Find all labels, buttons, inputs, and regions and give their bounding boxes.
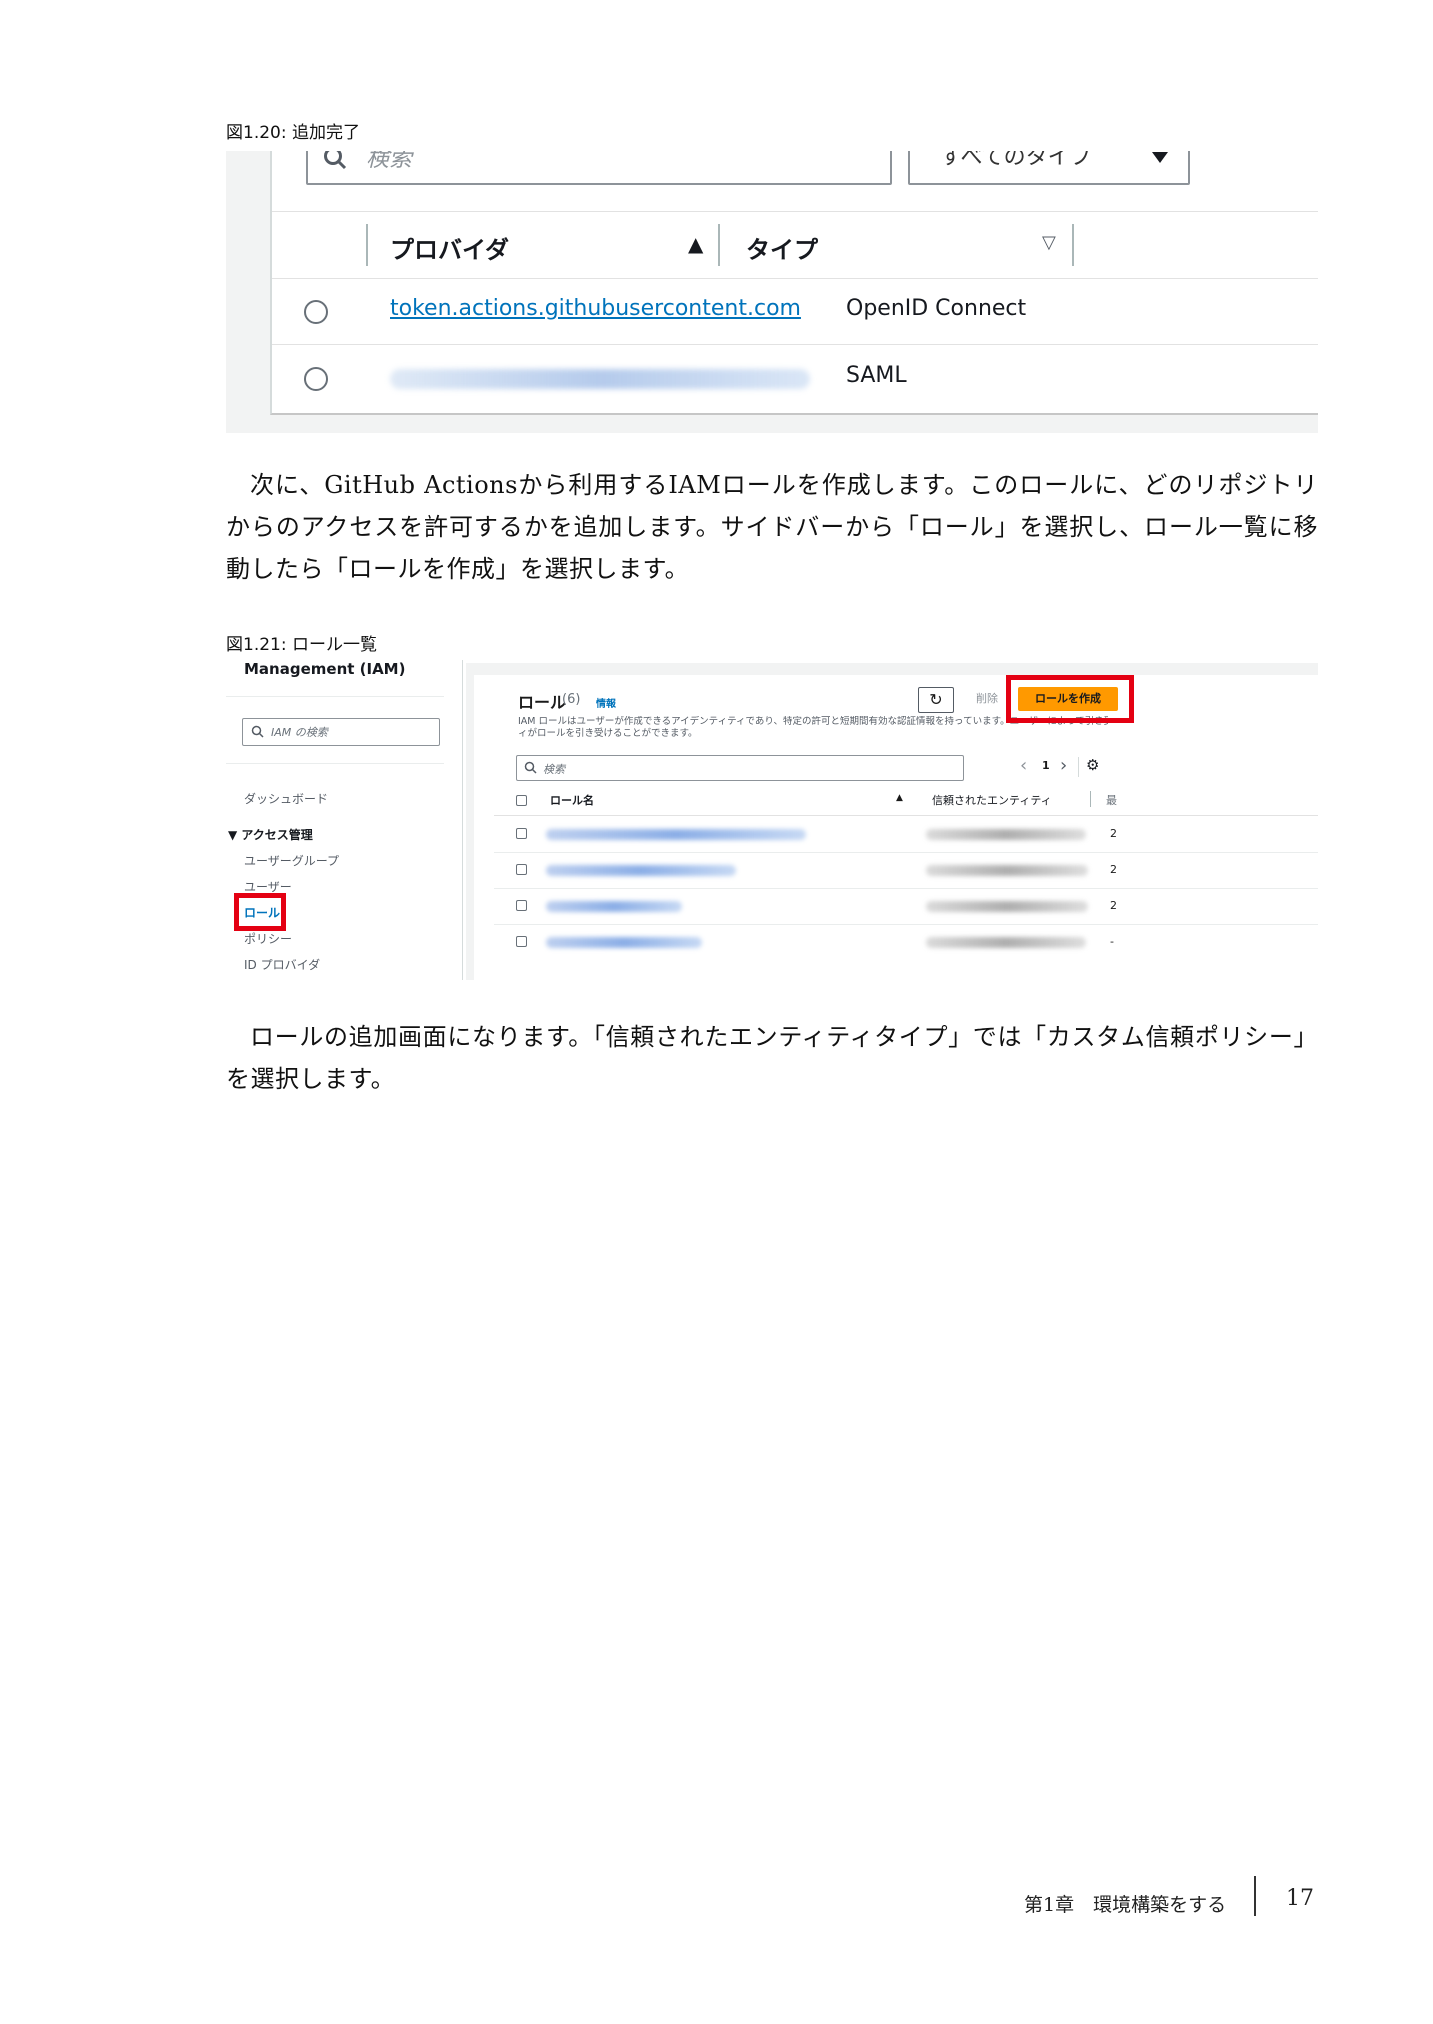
sidebar-item-identity-providers[interactable]: ID プロバイダ bbox=[244, 956, 320, 973]
column-header-partial: 最 bbox=[1106, 794, 1117, 807]
table-row: 2 bbox=[494, 816, 1318, 853]
redacted-role-name bbox=[546, 829, 806, 840]
sidebar-section-label: アクセス管理 bbox=[241, 828, 313, 842]
page-title: ロール bbox=[518, 693, 567, 712]
redacted-role-name bbox=[546, 901, 682, 912]
redacted-trusted-entity bbox=[926, 829, 1086, 840]
caret-down-icon: ▼ bbox=[228, 828, 242, 842]
table-header: プロバイダ ▲ タイプ ▽ bbox=[272, 211, 1318, 279]
footer-divider bbox=[1254, 1876, 1256, 1916]
page-number: 17 bbox=[1286, 1886, 1314, 1911]
column-header-provider[interactable]: プロバイダ bbox=[390, 230, 509, 265]
sidebar-section-access-management[interactable]: ▼ アクセス管理 bbox=[228, 826, 313, 843]
body-paragraph: ロールの追加画面になります。「信頼されたエンティティタイプ」では「カスタム信頼ポ… bbox=[226, 1023, 1318, 1093]
sidebar-search-placeholder: IAM の検索 bbox=[271, 726, 328, 739]
sort-ascending-icon[interactable]: ▲ bbox=[688, 232, 703, 256]
description-line: ィがロールを引き受けることができます。 bbox=[518, 728, 698, 739]
type-filter-select[interactable]: すべてのタイプ bbox=[908, 151, 1190, 185]
divider bbox=[226, 696, 444, 697]
settings-gear-icon[interactable]: ⚙ bbox=[1086, 756, 1099, 774]
column-header-type[interactable]: タイプ bbox=[746, 230, 818, 265]
roles-card: ロール (6) 情報 IAM ロールはユーザーが作成できるアイデンティティであり… bbox=[474, 675, 1318, 980]
divider bbox=[462, 660, 463, 980]
row-checkbox[interactable] bbox=[516, 828, 527, 839]
row-value: 2 bbox=[1110, 899, 1117, 912]
row-radio[interactable] bbox=[304, 367, 328, 391]
redacted-trusted-entity bbox=[926, 937, 1086, 948]
sidebar-item-user-groups[interactable]: ユーザーグループ bbox=[244, 852, 339, 869]
table-row: token.actions.githubusercontent.com Open… bbox=[272, 278, 1318, 345]
column-divider bbox=[366, 224, 368, 266]
column-header-role-name[interactable]: ロール名 bbox=[550, 792, 594, 808]
provider-table-panel: 検索 すべてのタイプ プロバイダ ▲ タイプ ▽ token.actions.g… bbox=[270, 151, 1318, 415]
caret-down-icon bbox=[1152, 152, 1168, 163]
provider-type: SAML bbox=[846, 363, 907, 388]
figure-caption: 図1.20: 追加完了 bbox=[226, 123, 360, 143]
identity-provider-list-screenshot: 検索 すべてのタイプ プロバイダ ▲ タイプ ▽ token.actions.g… bbox=[226, 151, 1318, 433]
redacted-provider-name bbox=[390, 369, 810, 389]
divider bbox=[1078, 757, 1079, 777]
highlight-box bbox=[234, 893, 286, 931]
sidebar-item-dashboard[interactable]: ダッシュボード bbox=[244, 790, 328, 807]
redacted-role-name bbox=[546, 865, 736, 876]
refresh-button[interactable]: ↻ bbox=[918, 687, 954, 713]
row-value: 2 bbox=[1110, 827, 1117, 840]
refresh-icon: ↻ bbox=[929, 690, 943, 709]
row-value: - bbox=[1110, 935, 1114, 948]
delete-button[interactable]: 削除 bbox=[964, 687, 1010, 711]
column-header-trusted-entities[interactable]: 信頼されたエンティティ bbox=[932, 792, 1052, 808]
redacted-trusted-entity bbox=[926, 901, 1088, 912]
table-row: 2 bbox=[494, 852, 1318, 889]
row-radio[interactable] bbox=[304, 300, 328, 324]
iam-roles-screenshot: Management (IAM) IAM の検索 ダッシュボード ▼ アクセス管… bbox=[226, 660, 1318, 980]
table-search-placeholder: 検索 bbox=[543, 763, 565, 776]
divider bbox=[226, 763, 444, 764]
sidebar-item-policies[interactable]: ポリシー bbox=[244, 930, 292, 947]
select-all-checkbox[interactable] bbox=[516, 795, 527, 806]
search-placeholder: 検索 bbox=[366, 151, 412, 172]
row-value: 2 bbox=[1110, 863, 1117, 876]
roles-table-header: ロール名 ▲ 信頼されたエンティティ 最 bbox=[494, 785, 1318, 816]
row-checkbox[interactable] bbox=[516, 936, 527, 947]
chevron-right-icon[interactable]: › bbox=[1060, 755, 1067, 776]
search-icon bbox=[324, 151, 347, 170]
column-divider bbox=[1090, 791, 1091, 807]
highlight-box bbox=[1006, 675, 1134, 723]
row-checkbox[interactable] bbox=[516, 900, 527, 911]
table-row: SAML 2 bbox=[272, 345, 1318, 411]
body-paragraph: 次に、GitHub Actionsから利用するIAMロールを作成します。このロー… bbox=[226, 471, 1318, 583]
sidebar-title: Management (IAM) bbox=[244, 660, 406, 678]
delete-button-label: 削除 bbox=[976, 692, 998, 705]
column-divider bbox=[718, 224, 720, 266]
sort-ascending-icon[interactable]: ▲ bbox=[896, 793, 903, 803]
provider-type: OpenID Connect bbox=[846, 296, 1027, 321]
chevron-left-icon[interactable]: ‹ bbox=[1020, 755, 1027, 776]
table-row: 2 bbox=[494, 888, 1318, 925]
figure-caption: 図1.21: ロール一覧 bbox=[226, 635, 377, 655]
type-filter-value: すべてのタイプ bbox=[940, 151, 1092, 170]
redacted-role-name bbox=[546, 937, 702, 948]
row-checkbox[interactable] bbox=[516, 864, 527, 875]
info-link[interactable]: 情報 bbox=[596, 695, 616, 710]
table-search-input[interactable]: 検索 bbox=[516, 755, 964, 781]
column-divider bbox=[1072, 224, 1074, 266]
sort-icon[interactable]: ▽ bbox=[1042, 232, 1056, 253]
roles-panel: ロール (6) 情報 IAM ロールはユーザーが作成できるアイデンティティであり… bbox=[466, 663, 1318, 980]
redacted-trusted-entity bbox=[926, 865, 1088, 876]
chapter-footer: 第1章 環境構築をする bbox=[1024, 1894, 1227, 1916]
provider-search-input[interactable]: 検索 bbox=[306, 151, 892, 185]
table-row: - bbox=[494, 924, 1318, 960]
sidebar-search-input[interactable]: IAM の検索 bbox=[242, 718, 440, 746]
role-count: (6) bbox=[562, 692, 581, 707]
page-number[interactable]: 1 bbox=[1042, 759, 1050, 772]
search-icon bbox=[251, 725, 264, 738]
search-icon bbox=[524, 761, 537, 774]
provider-link[interactable]: token.actions.githubusercontent.com bbox=[390, 296, 801, 321]
